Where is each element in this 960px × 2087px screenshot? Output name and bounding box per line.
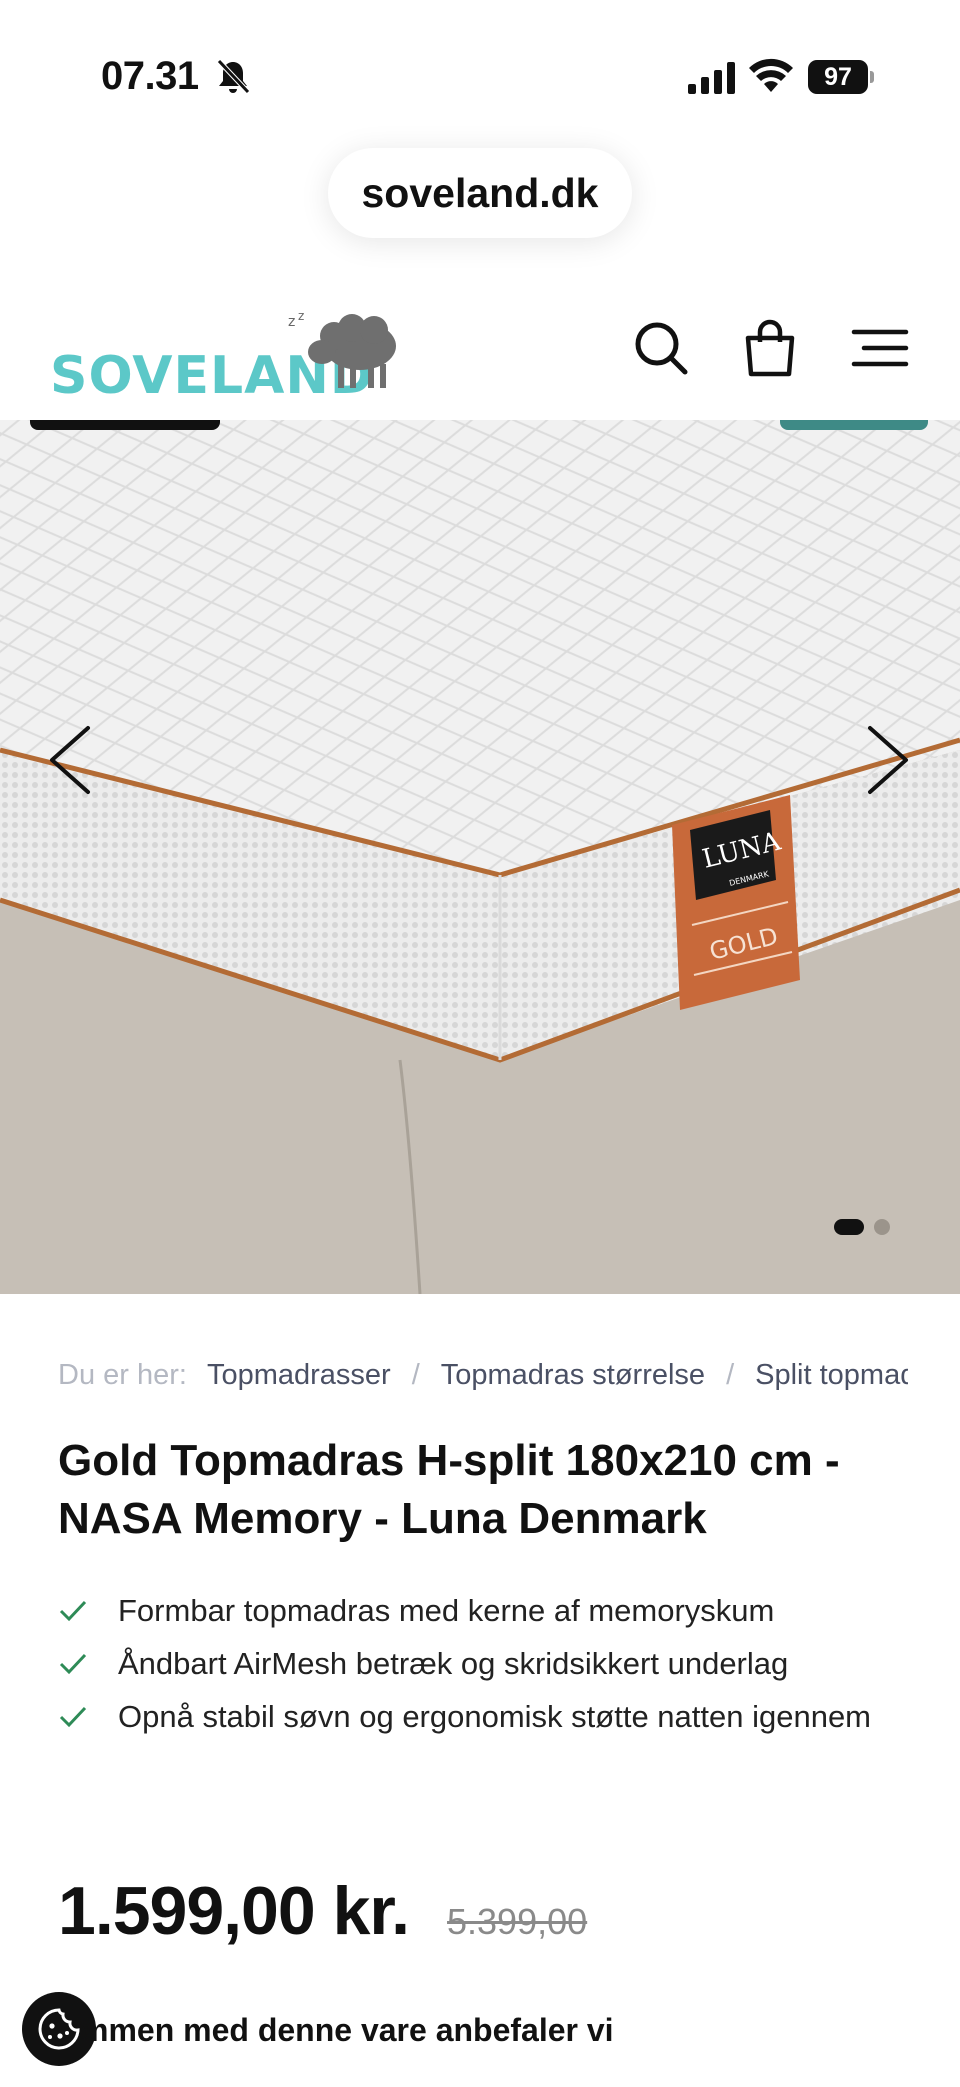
battery-level: 97 — [808, 60, 868, 94]
feature-list: Formbar topmadras med kerne af memorysku… — [58, 1584, 918, 1743]
shopping-bag-icon[interactable] — [740, 318, 800, 378]
product-badge-right — [780, 420, 928, 430]
feature-item: Opnå stabil søvn og ergonomisk støtte na… — [58, 1690, 918, 1743]
hamburger-menu-icon[interactable] — [850, 318, 910, 378]
feature-text: Åndbart AirMesh betræk og skridsikkert u… — [118, 1646, 789, 1681]
product-photo: LUNA DENMARK GOLD — [0, 420, 960, 1294]
check-icon — [59, 1706, 87, 1728]
feature-text: Opnå stabil søvn og ergonomisk støtte na… — [118, 1699, 872, 1734]
breadcrumb-prefix: Du er her: — [58, 1358, 187, 1391]
svg-text:z: z — [298, 309, 304, 323]
carousel-next-arrow-icon[interactable] — [858, 720, 918, 800]
product-image-carousel[interactable]: LUNA DENMARK GOLD — [0, 420, 960, 1294]
breadcrumb-separator: / — [726, 1358, 735, 1391]
battery-tip — [870, 71, 874, 83]
feature-item: Formbar topmadras med kerne af memorysku… — [58, 1584, 918, 1637]
breadcrumb-item-topmadrasser[interactable]: Topmadrasser — [207, 1359, 391, 1392]
cookie-settings-button[interactable] — [22, 1992, 96, 2066]
feature-text: Formbar topmadras med kerne af memorysku… — [118, 1593, 775, 1628]
feature-item: Åndbart AirMesh betræk og skridsikkert u… — [58, 1637, 918, 1690]
breadcrumb-item-split-topmadrasser[interactable]: Split topmadrasser — [755, 1359, 908, 1392]
check-icon — [59, 1653, 87, 1675]
status-time: 07.31 — [101, 54, 199, 98]
address-bar[interactable]: soveland.dk — [328, 148, 632, 238]
carousel-dot-active[interactable] — [834, 1219, 864, 1235]
site-header: SOVELAND z z — [0, 290, 960, 420]
carousel-dots — [834, 1218, 890, 1236]
search-icon[interactable] — [632, 318, 692, 378]
product-title: Gold Topmadras H-split 180x210 cm - NASA… — [58, 1436, 840, 1543]
soveland-logo[interactable]: SOVELAND z z — [50, 308, 400, 406]
price-row: 1.599,00 kr. 5.399,00 — [58, 1872, 587, 1950]
wifi-icon — [749, 58, 793, 92]
old-price: 5.399,00 — [447, 1901, 588, 1942]
breadcrumb-separator: / — [411, 1358, 420, 1391]
svg-text:z: z — [288, 314, 295, 330]
status-bar: 07.31 97 — [0, 0, 960, 140]
carousel-prev-arrow-icon[interactable] — [40, 720, 100, 800]
bell-mute-icon — [217, 59, 250, 94]
product-badge-left — [30, 420, 220, 430]
battery-indicator: 97 — [808, 60, 874, 94]
recommend-heading: mmen med denne vare anbefaler vi — [80, 2012, 614, 2048]
check-icon — [59, 1600, 87, 1622]
breadcrumb: Du er her: Topmadrasser / Topmadras stør… — [58, 1355, 908, 1395]
current-price: 1.599,00 kr. — [58, 1873, 410, 1949]
breadcrumb-item-topmadras-storrelse[interactable]: Topmadras størrelse — [441, 1359, 705, 1392]
signal-icon — [688, 62, 735, 94]
sheep-icon: z z — [288, 309, 396, 388]
carousel-dot[interactable] — [874, 1219, 890, 1235]
cookie-icon — [38, 2008, 80, 2050]
